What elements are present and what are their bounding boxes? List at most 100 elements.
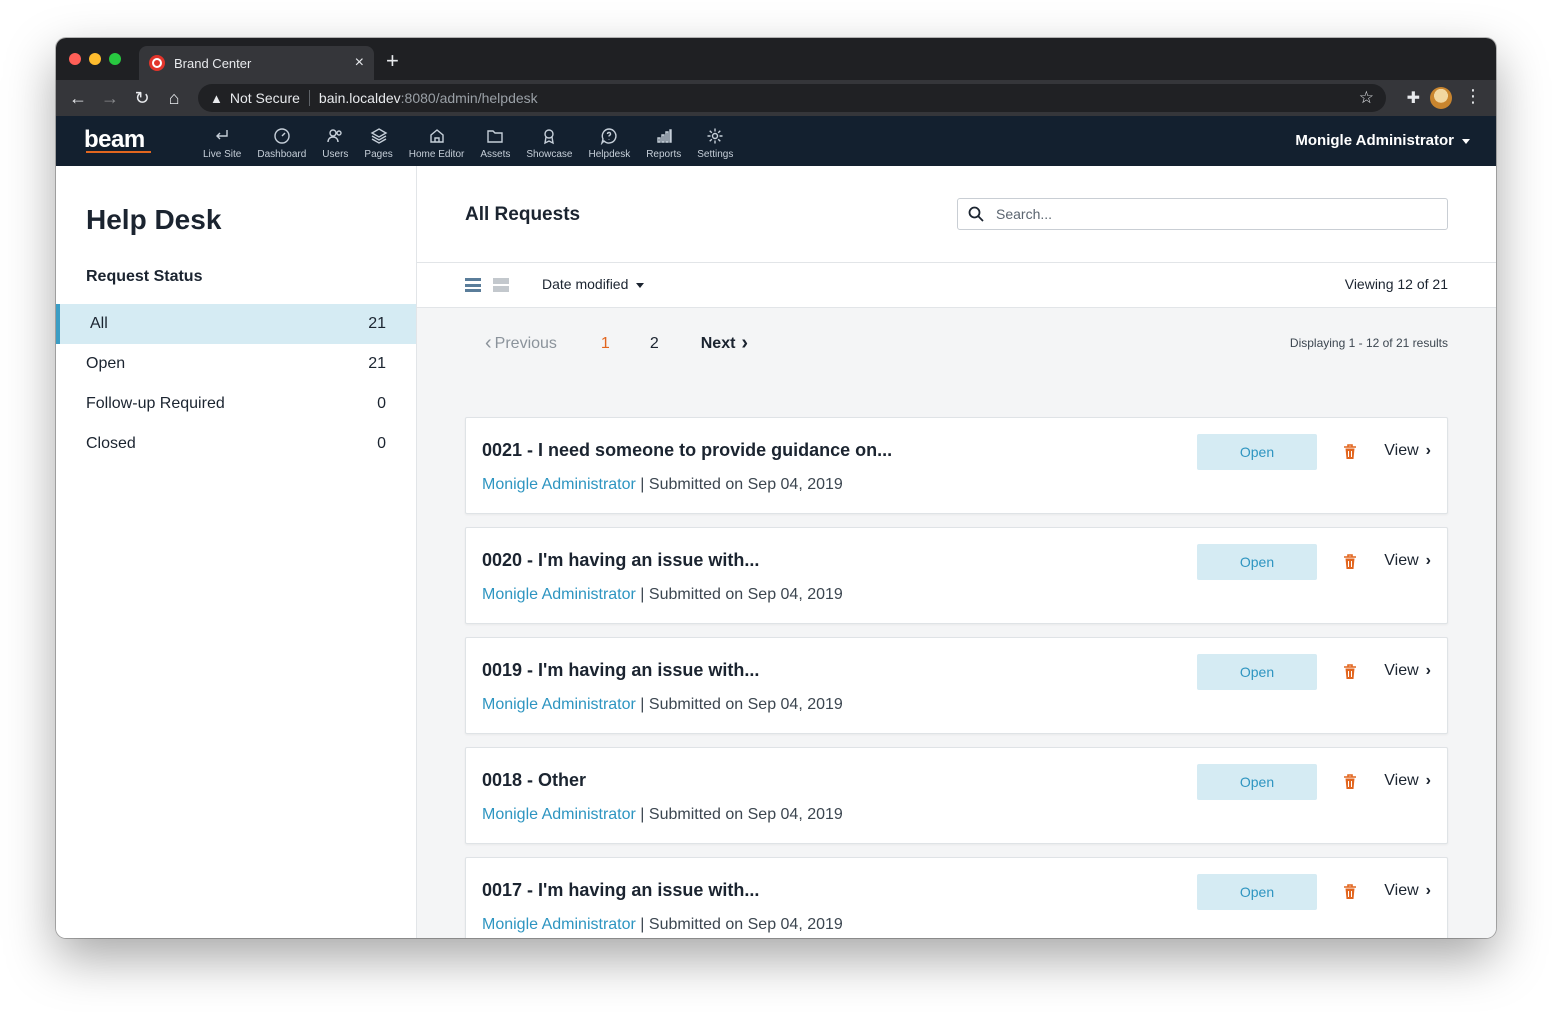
award-icon (540, 127, 558, 145)
request-author-link[interactable]: Monigle Administrator (482, 696, 636, 713)
user-menu-dropdown[interactable]: Monigle Administrator (1295, 132, 1470, 149)
nav-live-site[interactable]: Live Site (195, 127, 249, 160)
list-view-icon[interactable] (465, 278, 481, 292)
request-card[interactable]: 0018 - Other Monigle Administrator | Sub… (465, 747, 1448, 844)
view-label: View (1384, 662, 1419, 679)
nav-label: Helpdesk (588, 149, 631, 160)
sort-dropdown[interactable]: Date modified (542, 276, 645, 292)
nav-label: Home Editor (408, 149, 465, 160)
nav-helpdesk[interactable]: Helpdesk (581, 127, 639, 160)
folder-icon (486, 127, 504, 145)
forward-arrow-icon[interactable]: → (94, 88, 126, 109)
chevron-right-icon: › (1425, 662, 1431, 679)
request-title[interactable]: 0021 - I need someone to provide guidanc… (482, 440, 892, 461)
request-author-link[interactable]: Monigle Administrator (482, 916, 636, 933)
request-submitted: | Submitted on Sep 04, 2019 (635, 696, 843, 713)
nav-pages[interactable]: Pages (356, 127, 400, 160)
address-bar[interactable]: ▲ Not Secure bain.localdev :8080/admin/h… (198, 84, 1386, 112)
browser-menu-icon[interactable]: ⋮ (1464, 86, 1482, 107)
home-icon[interactable]: ⌂ (158, 88, 190, 109)
back-arrow-icon[interactable]: ← (62, 88, 94, 109)
status-filter-all[interactable]: All 21 (56, 304, 416, 344)
chevron-right-icon: › (1425, 442, 1431, 459)
status-badge: Open (1197, 874, 1317, 910)
request-meta: Monigle Administrator | Submitted on Sep… (482, 476, 843, 494)
request-card[interactable]: 0020 - I'm having an issue with... Monig… (465, 527, 1448, 624)
search-input[interactable] (996, 206, 1437, 222)
nav-home-editor[interactable]: Home Editor (401, 127, 473, 160)
view-label: View (1384, 442, 1419, 459)
nav-label: Showcase (526, 149, 573, 160)
chevron-right-icon: › (1425, 552, 1431, 569)
page-2-link[interactable]: 2 (650, 335, 659, 353)
reload-icon[interactable]: ↻ (126, 88, 158, 109)
tab-title: Brand Center (174, 55, 252, 71)
trash-icon[interactable] (1343, 554, 1357, 570)
main-panel: All Requests Date modified Viewing 12 of… (417, 166, 1496, 938)
request-card[interactable]: 0017 - I'm having an issue with... Monig… (465, 857, 1448, 938)
browser-toolbar: ← → ↻ ⌂ ▲ Not Secure bain.localdev :8080… (56, 80, 1496, 116)
nav-showcase[interactable]: Showcase (518, 127, 580, 160)
trash-icon[interactable] (1343, 444, 1357, 460)
trash-icon[interactable] (1343, 774, 1357, 790)
nav-users[interactable]: Users (314, 127, 356, 160)
minimize-window-button[interactable] (89, 53, 101, 65)
chat-question-icon (600, 127, 618, 146)
request-submitted: | Submitted on Sep 04, 2019 (635, 586, 843, 603)
request-title[interactable]: 0020 - I'm having an issue with... (482, 550, 759, 571)
trash-icon[interactable] (1343, 664, 1357, 680)
profile-avatar[interactable] (1430, 87, 1452, 109)
bookmark-star-icon[interactable]: ☆ (1359, 88, 1374, 108)
view-request-link[interactable]: View › (1384, 442, 1431, 460)
main-nav: Live Site Dashboard Users Pages Home Edi… (195, 127, 741, 160)
filter-bar: Date modified Viewing 12 of 21 (417, 263, 1496, 308)
nav-label: Pages (364, 149, 393, 160)
request-title[interactable]: 0019 - I'm having an issue with... (482, 660, 759, 681)
request-card[interactable]: 0021 - I need someone to provide guidanc… (465, 417, 1448, 514)
trash-icon[interactable] (1343, 884, 1357, 900)
window-controls (69, 53, 121, 65)
view-label: View (1384, 772, 1419, 789)
caret-down-icon (636, 282, 645, 288)
users-icon (326, 127, 344, 145)
view-request-link[interactable]: View › (1384, 662, 1431, 680)
nav-assets[interactable]: Assets (472, 127, 518, 160)
browser-tab[interactable]: Brand Center × (139, 46, 374, 80)
view-request-link[interactable]: View › (1384, 552, 1431, 570)
url-host: bain.localdev (318, 90, 401, 106)
next-page-button[interactable]: Next › (701, 332, 748, 355)
maximize-window-button[interactable] (109, 53, 121, 65)
request-submitted: | Submitted on Sep 04, 2019 (635, 916, 843, 933)
new-tab-button[interactable]: + (386, 50, 399, 72)
nav-reports[interactable]: Reports (638, 127, 689, 160)
request-title[interactable]: 0018 - Other (482, 770, 586, 791)
section-title: All Requests (465, 204, 581, 225)
previous-page-button[interactable]: ‹ Previous (485, 332, 557, 355)
request-author-link[interactable]: Monigle Administrator (482, 806, 636, 823)
nav-settings[interactable]: Settings (689, 127, 741, 160)
tab-close-icon[interactable]: × (355, 54, 364, 72)
search-box[interactable] (957, 198, 1448, 230)
user-menu-label: Monigle Administrator (1295, 132, 1454, 149)
close-window-button[interactable] (69, 53, 81, 65)
status-label: Follow-up Required (86, 395, 225, 412)
request-title[interactable]: 0017 - I'm having an issue with... (482, 880, 759, 901)
request-submitted: | Submitted on Sep 04, 2019 (635, 476, 843, 493)
view-request-link[interactable]: View › (1384, 882, 1431, 900)
nav-dashboard[interactable]: Dashboard (249, 127, 314, 160)
request-card[interactable]: 0019 - I'm having an issue with... Monig… (465, 637, 1448, 734)
status-filter-follow-up[interactable]: Follow-up Required 0 (56, 384, 416, 424)
nav-label: Users (322, 149, 349, 160)
page-1-link[interactable]: 1 (601, 335, 610, 353)
extensions-puzzle-icon[interactable]: ✚ (1407, 88, 1420, 108)
block-view-icon[interactable] (493, 278, 509, 292)
nav-label: Dashboard (257, 149, 307, 160)
request-author-link[interactable]: Monigle Administrator (482, 586, 636, 603)
status-badge: Open (1197, 434, 1317, 470)
request-author-link[interactable]: Monigle Administrator (482, 476, 636, 493)
status-filter-closed[interactable]: Closed 0 (56, 424, 416, 464)
status-filter-open[interactable]: Open 21 (56, 344, 416, 384)
view-request-link[interactable]: View › (1384, 772, 1431, 790)
chevron-right-icon: › (741, 332, 749, 354)
beam-logo[interactable]: beam (84, 126, 151, 154)
